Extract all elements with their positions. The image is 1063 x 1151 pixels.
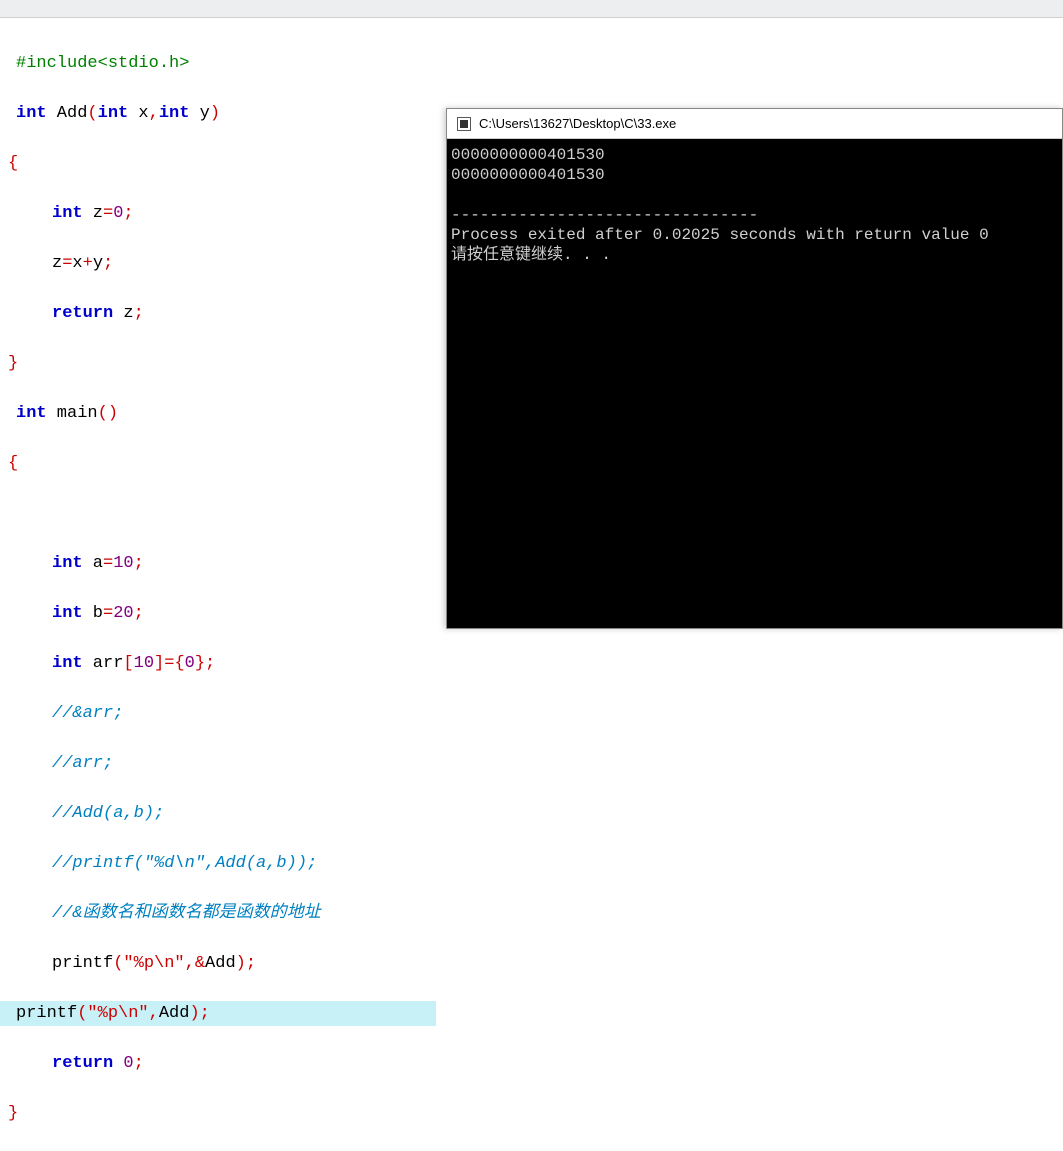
num-10: 10 xyxy=(134,654,154,673)
fn-printf: printf xyxy=(16,1004,77,1023)
parens: () xyxy=(98,404,118,423)
comment: //arr; xyxy=(52,754,113,773)
code-line: //printf("%d\n",Add(a,b)); xyxy=(12,851,1063,876)
kw-int: int xyxy=(159,104,190,123)
brace-close: } xyxy=(8,1104,18,1123)
param-y: y xyxy=(189,104,209,123)
semi: ; xyxy=(134,554,144,573)
brace-open: { xyxy=(174,654,184,673)
num-20: 20 xyxy=(113,604,133,623)
fn-printf: printf xyxy=(52,954,113,973)
var-z: z xyxy=(52,254,62,273)
code-line: } xyxy=(4,1101,1063,1126)
ident-add: Add xyxy=(159,1004,190,1023)
eq: = xyxy=(103,604,113,623)
paren-open: ( xyxy=(77,1004,87,1023)
console-output-line: 0000000000401530 xyxy=(451,146,605,164)
semi: ; xyxy=(134,604,144,623)
bracket-open: [ xyxy=(123,654,133,673)
var-z: z xyxy=(83,204,103,223)
paren-close: ) xyxy=(210,104,220,123)
var-b: b xyxy=(83,604,103,623)
eq: = xyxy=(103,554,113,573)
ident-add: Add xyxy=(205,954,236,973)
eq: = xyxy=(62,254,72,273)
num-0: 0 xyxy=(123,1054,133,1073)
semi: ; xyxy=(246,954,256,973)
code-line: printf("%p\n",&Add); xyxy=(12,951,1063,976)
kw-int: int xyxy=(52,604,83,623)
console-separator: -------------------------------- xyxy=(451,206,758,224)
code-line: return 0; xyxy=(12,1051,1063,1076)
comment: //&函数名和函数名都是函数的地址 xyxy=(52,904,321,923)
space xyxy=(113,1054,123,1073)
num-0: 0 xyxy=(185,654,195,673)
brace-close: } xyxy=(195,654,205,673)
code-line: #include<stdio.h> xyxy=(12,51,1063,76)
kw-int: int xyxy=(52,654,83,673)
comma: , xyxy=(149,1004,159,1023)
code-line: //arr; xyxy=(12,751,1063,776)
editor-top-bar xyxy=(0,0,1063,18)
console-body[interactable]: 0000000000401530 0000000000401530 ------… xyxy=(447,139,1062,271)
code-line-highlighted: printf("%p\n",Add); xyxy=(0,1001,436,1026)
semi: ; xyxy=(103,254,113,273)
kw-int: int xyxy=(52,204,83,223)
brace-close: } xyxy=(8,354,18,373)
eq: = xyxy=(103,204,113,223)
console-press-key-prompt: 请按任意键继续. . . xyxy=(451,246,611,264)
code-line: int arr[10]={0}; xyxy=(12,651,1063,676)
preproc-include: #include xyxy=(16,54,98,73)
code-line: //Add(a,b); xyxy=(12,801,1063,826)
kw-int: int xyxy=(52,554,83,573)
code-line: //&arr; xyxy=(12,701,1063,726)
paren-close: ) xyxy=(236,954,246,973)
string-lit: "%p\n" xyxy=(87,1004,148,1023)
comma: , xyxy=(149,104,159,123)
brace-open: { xyxy=(8,154,18,173)
num-10: 10 xyxy=(113,554,133,573)
semi: ; xyxy=(200,1004,210,1023)
var-z: z xyxy=(113,304,133,323)
console-titlebar[interactable]: C:\Users\13627\Desktop\C\33.exe xyxy=(447,109,1062,139)
kw-return: return xyxy=(52,1054,113,1073)
paren-open: ( xyxy=(87,104,97,123)
preproc-header: <stdio.h> xyxy=(98,54,190,73)
console-title: C:\Users\13627\Desktop\C\33.exe xyxy=(479,116,676,131)
fn-add: Add xyxy=(47,104,88,123)
num-0: 0 xyxy=(113,204,123,223)
kw-int: int xyxy=(98,104,129,123)
comment: //Add(a,b); xyxy=(52,804,164,823)
semi: ; xyxy=(134,1054,144,1073)
comma-amp: ,& xyxy=(185,954,205,973)
semi: ; xyxy=(123,204,133,223)
var-arr: arr xyxy=(83,654,124,673)
brace-open: { xyxy=(8,454,18,473)
console-app-icon xyxy=(457,117,471,131)
console-window[interactable]: C:\Users\13627\Desktop\C\33.exe 00000000… xyxy=(446,108,1063,629)
var-y: y xyxy=(93,254,103,273)
var-x: x xyxy=(72,254,82,273)
kw-int: int xyxy=(16,104,47,123)
var-a: a xyxy=(83,554,103,573)
param-x: x xyxy=(128,104,148,123)
semi: ; xyxy=(134,304,144,323)
string-lit: "%p\n" xyxy=(123,954,184,973)
comment: //&arr; xyxy=(52,704,123,723)
console-exit-message: Process exited after 0.02025 seconds wit… xyxy=(451,226,989,244)
kw-int: int xyxy=(16,404,47,423)
code-line: //&函数名和函数名都是函数的地址 xyxy=(12,901,1063,926)
plus: + xyxy=(83,254,93,273)
semi: ; xyxy=(205,654,215,673)
comment: //printf("%d\n",Add(a,b)); xyxy=(52,854,317,873)
kw-return: return xyxy=(52,304,113,323)
paren-open: ( xyxy=(113,954,123,973)
console-output-line: 0000000000401530 xyxy=(451,166,605,184)
fn-main: main xyxy=(47,404,98,423)
bracket-close-eq: ]= xyxy=(154,654,174,673)
paren-close: ) xyxy=(189,1004,199,1023)
